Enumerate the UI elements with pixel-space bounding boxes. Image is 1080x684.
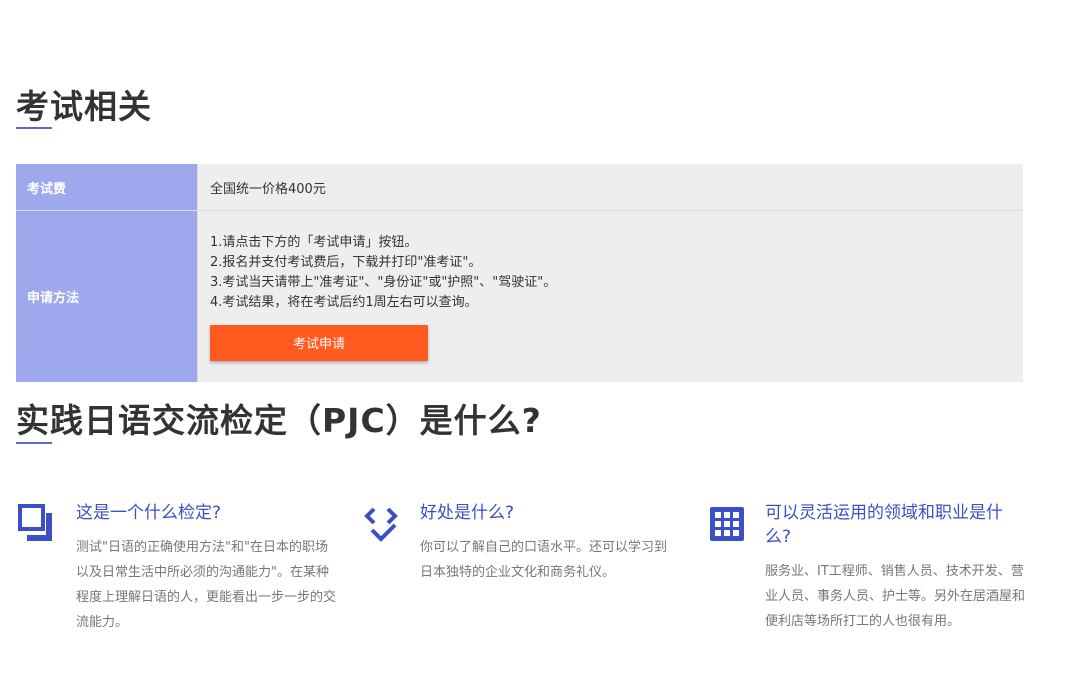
feature-text: 测试"日语的正确使用方法"和"在日本的职场以及日常生活中所必须的沟通能力"。在某…: [76, 540, 337, 630]
table-row-apply: 申请方法 1.请点击下方的「考试申请」按钮。 2.报名并支付考试费后，下载并打印…: [16, 210, 1023, 382]
exam-title-underline: [16, 127, 52, 129]
table-row-fee: 考试费 全国统一价格400元: [16, 164, 1023, 211]
apply-method-content: 1.请点击下方的「考试申请」按钮。 2.报名并支付考试费后，下载并打印"准考证"…: [197, 210, 1023, 382]
feature-benefits: 好处是什么? 你可以了解自己的口语水平。还可以学习到日本独特的企业文化和商务礼仪…: [362, 501, 672, 585]
fee-label: 考试费: [16, 164, 198, 211]
feature-text: 你可以了解自己的口语水平。还可以学习到日本独特的企业文化和商务礼仪。: [420, 540, 668, 580]
apply-step: 2.报名并支付考试费后，下载并打印"准考证"。: [210, 254, 482, 270]
exam-section-title: 考试相关: [16, 87, 152, 126]
feature-title: 可以灵活运用的领域和职业是什么?: [765, 503, 1003, 547]
feature-applicable-fields: 可以灵活运用的领域和职业是什么? 服务业、IT工程师、销售人员、技术开发、营业人…: [707, 501, 1027, 634]
apply-method-label: 申请方法: [16, 210, 198, 382]
feature-title: 这是一个什么检定?: [76, 503, 222, 523]
feature-title: 好处是什么?: [420, 503, 515, 523]
apply-steps-list: 1.请点击下方的「考试申请」按钮。 2.报名并支付考试费后，下载并打印"准考证"…: [210, 233, 1023, 313]
pjc-section-title: 实践日语交流检定（PJC）是什么?: [16, 401, 542, 440]
pjc-title-underline: [16, 442, 52, 444]
copy-squares-icon: [18, 504, 52, 541]
apply-step: 3.考试当天请带上"准考证"、"身份证"或"护照"、"驾驶证"。: [210, 274, 557, 290]
fee-value: 全国统一价格400元: [197, 164, 1023, 211]
grid-icon: [710, 507, 744, 541]
code-check-icon: [364, 507, 398, 542]
apply-step: 4.考试结果，将在考试后约1周左右可以查询。: [210, 294, 478, 310]
feature-what-is-exam: 这是一个什么检定? 测试"日语的正确使用方法"和"在日本的职场以及日常生活中所必…: [18, 501, 338, 635]
exam-info-table: 考试费 全国统一价格400元 申请方法 1.请点击下方的「考试申请」按钮。 2.…: [16, 164, 1023, 382]
apply-step: 1.请点击下方的「考试申请」按钮。: [210, 234, 418, 250]
exam-apply-button[interactable]: 考试申请: [210, 324, 428, 361]
feature-text: 服务业、IT工程师、销售人员、技术开发、营业人员、事务人员、护士等。另外在居酒屋…: [765, 564, 1026, 629]
